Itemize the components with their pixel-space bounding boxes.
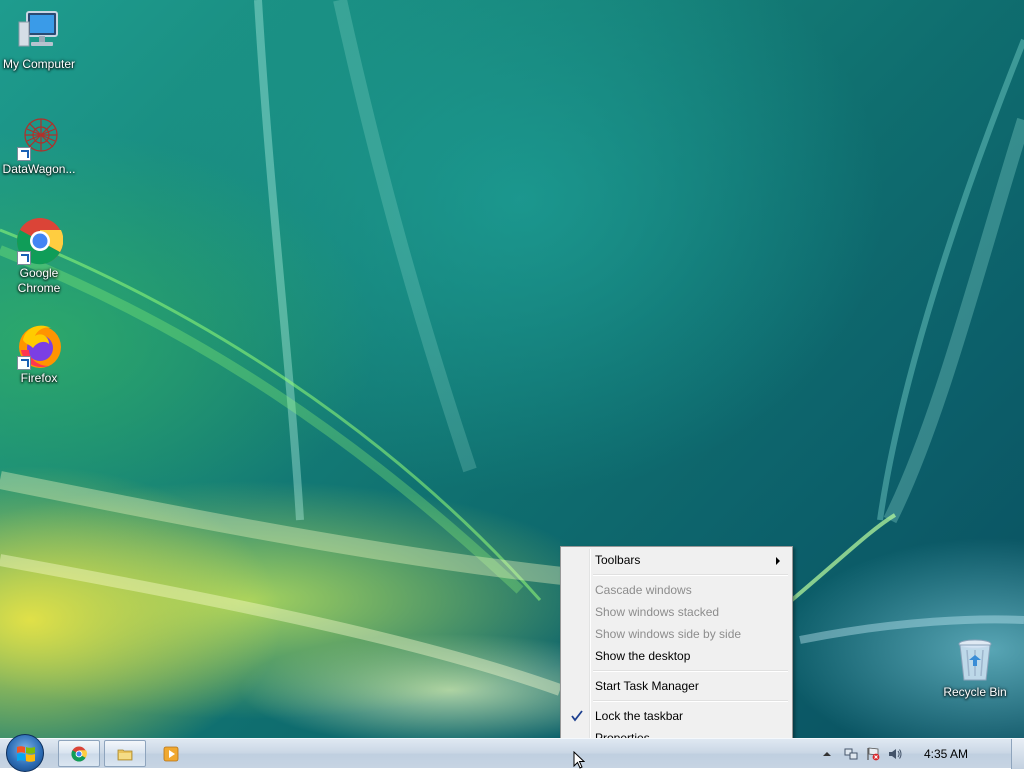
menu-item-start-task-manager[interactable]: Start Task Manager bbox=[563, 675, 790, 697]
menu-item-toolbars[interactable]: Toolbars bbox=[563, 549, 790, 571]
shortcut-arrow-icon bbox=[17, 251, 31, 265]
menu-item-lock-taskbar[interactable]: Lock the taskbar bbox=[563, 705, 790, 727]
taskbar[interactable]: 4:35 AM bbox=[0, 734, 1024, 772]
submenu-arrow-icon bbox=[776, 557, 780, 565]
menu-item-label: Lock the taskbar bbox=[595, 709, 684, 723]
menu-item-show-desktop[interactable]: Show the desktop bbox=[563, 645, 790, 667]
desktop-icon-datawagon[interactable]: DataWagon... bbox=[0, 113, 79, 177]
start-button[interactable] bbox=[6, 734, 44, 772]
desktop-icon-recycle-bin[interactable]: Recycle Bin bbox=[935, 636, 1015, 700]
chrome-icon bbox=[15, 217, 64, 265]
menu-item-label: Show windows stacked bbox=[595, 605, 720, 619]
desktop-icon-label: DataWagon... bbox=[2, 162, 76, 176]
computer-icon bbox=[15, 8, 63, 56]
menu-item-cascade-windows[interactable]: Cascade windows bbox=[563, 579, 790, 601]
windows-logo-icon bbox=[17, 746, 35, 762]
firefox-icon bbox=[15, 322, 63, 370]
desktop-icon-my-computer[interactable]: My Computer bbox=[0, 8, 79, 72]
system-tray bbox=[800, 739, 1000, 769]
network-icon[interactable] bbox=[844, 747, 858, 761]
desktop-wallpaper bbox=[0, 0, 1024, 768]
desktop-icon-firefox[interactable]: Firefox bbox=[0, 322, 79, 386]
menu-item-label: Cascade windows bbox=[595, 583, 692, 597]
datawagon-icon bbox=[15, 113, 63, 161]
menu-separator bbox=[593, 574, 788, 576]
shortcut-arrow-icon bbox=[17, 147, 31, 161]
menu-item-show-windows-stacked[interactable]: Show windows stacked bbox=[563, 601, 790, 623]
checkmark-icon bbox=[571, 710, 583, 722]
chrome-icon bbox=[71, 746, 87, 762]
desktop-icon-label: Firefox bbox=[20, 371, 58, 385]
chevron-up-icon[interactable] bbox=[820, 747, 834, 761]
media-player-icon bbox=[163, 746, 179, 762]
menu-item-show-windows-side-by-side[interactable]: Show windows side by side bbox=[563, 623, 790, 645]
taskbar-button-media-player[interactable] bbox=[150, 740, 192, 767]
menu-item-label: Toolbars bbox=[595, 553, 641, 567]
desktop-icon-google-chrome[interactable]: Google Chrome bbox=[0, 217, 79, 296]
taskbar-button-explorer[interactable] bbox=[104, 740, 146, 767]
taskbar-button-chrome[interactable] bbox=[58, 740, 100, 767]
recycle-bin-icon bbox=[951, 636, 999, 684]
show-desktop-button[interactable] bbox=[1011, 739, 1024, 769]
menu-separator bbox=[593, 700, 788, 702]
folder-icon bbox=[117, 749, 133, 761]
menu-item-label: Show the desktop bbox=[595, 649, 691, 663]
menu-item-label: Show windows side by side bbox=[595, 627, 742, 641]
volume-icon[interactable] bbox=[888, 747, 902, 761]
action-center-icon[interactable] bbox=[866, 747, 880, 761]
desktop-icon-label: Recycle Bin bbox=[943, 685, 1007, 699]
shortcut-arrow-icon bbox=[17, 356, 31, 370]
menu-item-label: Start Task Manager bbox=[595, 679, 699, 693]
mouse-cursor-icon bbox=[573, 751, 585, 769]
desktop-icon-label: My Computer bbox=[2, 57, 76, 71]
taskbar-context-menu: Toolbars Cascade windows Show windows st… bbox=[560, 546, 793, 751]
menu-separator bbox=[593, 670, 788, 672]
taskbar-clock[interactable]: 4:35 AM bbox=[924, 739, 968, 769]
desktop-icon-label: Google Chrome bbox=[17, 266, 61, 295]
